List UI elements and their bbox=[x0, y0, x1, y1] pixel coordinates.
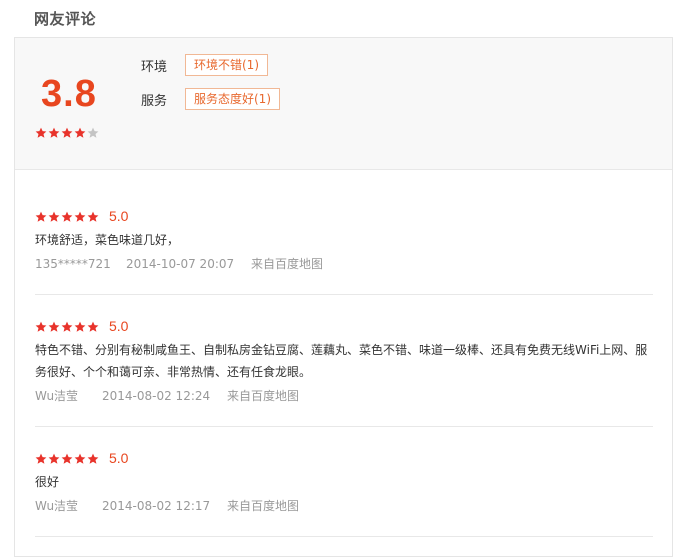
review-meta: Wu洁莹 2014-08-02 12:24 来自百度地图 bbox=[35, 387, 299, 404]
star-filled-icon bbox=[87, 453, 99, 464]
star-filled-icon bbox=[61, 453, 73, 464]
review-content: 特色不错、分别有秘制咸鱼王、自制私房金钻豆腐、莲藕丸、菜色不错、味道一级棒、还具… bbox=[35, 343, 648, 379]
review-star-rating bbox=[35, 211, 99, 223]
star-empty-icon bbox=[87, 127, 99, 138]
star-filled-icon bbox=[74, 127, 86, 138]
star-filled-icon bbox=[61, 321, 73, 332]
star-filled-icon bbox=[87, 211, 99, 222]
summary-star-rating bbox=[35, 127, 99, 139]
star-filled-icon bbox=[35, 321, 47, 332]
star-filled-icon bbox=[48, 453, 60, 464]
review-time: 2014-10-07 20:07 bbox=[126, 257, 235, 271]
reviews-panel: 3.8 环境 环境不错(1) 服务 服务态度好(1) 5.0 环境舒适，菜色味道… bbox=[14, 37, 673, 557]
review-source: 来自百度地图 bbox=[251, 257, 324, 271]
tag-environment[interactable]: 环境不错(1) bbox=[185, 54, 268, 76]
review-content: 很好 bbox=[35, 475, 60, 489]
tag-service[interactable]: 服务态度好(1) bbox=[185, 88, 280, 110]
review-rating-value: 5.0 bbox=[109, 318, 129, 334]
star-filled-icon bbox=[35, 211, 47, 222]
review-meta: 135*****721 2014-10-07 20:07 来自百度地图 bbox=[35, 255, 323, 272]
review-rating-value: 5.0 bbox=[109, 450, 129, 466]
divider bbox=[35, 536, 653, 537]
review-user: 135*****721 bbox=[35, 257, 111, 271]
rating-summary: 3.8 环境 环境不错(1) 服务 服务态度好(1) bbox=[15, 38, 672, 170]
star-filled-icon bbox=[61, 211, 73, 222]
star-filled-icon bbox=[74, 211, 86, 222]
star-filled-icon bbox=[61, 127, 73, 138]
divider bbox=[35, 426, 653, 427]
review-time: 2014-08-02 12:17 bbox=[102, 499, 211, 513]
star-filled-icon bbox=[48, 321, 60, 332]
review-rating: 5.0 bbox=[35, 208, 128, 224]
review-user: Wu洁莹 bbox=[35, 389, 79, 403]
review-source: 来自百度地图 bbox=[227, 389, 300, 403]
tag-category-label: 服务 bbox=[141, 94, 168, 109]
star-filled-icon bbox=[74, 321, 86, 332]
review-time: 2014-08-02 12:24 bbox=[102, 389, 211, 403]
tag-category-label: 环境 bbox=[141, 60, 168, 75]
star-filled-icon bbox=[74, 453, 86, 464]
review-star-rating bbox=[35, 453, 99, 465]
review-rating: 5.0 bbox=[35, 318, 128, 334]
review-source: 来自百度地图 bbox=[227, 499, 300, 513]
review-user: Wu洁莹 bbox=[35, 499, 79, 513]
review-rating: 5.0 bbox=[35, 450, 128, 466]
average-score: 3.8 bbox=[41, 73, 97, 115]
star-filled-icon bbox=[35, 127, 47, 138]
star-filled-icon bbox=[35, 453, 47, 464]
section-title: 网友评论 bbox=[34, 10, 97, 28]
star-filled-icon bbox=[48, 211, 60, 222]
star-filled-icon bbox=[87, 321, 99, 332]
review-meta: Wu洁莹 2014-08-02 12:17 来自百度地图 bbox=[35, 497, 299, 514]
review-rating-value: 5.0 bbox=[109, 208, 129, 224]
star-filled-icon bbox=[48, 127, 60, 138]
review-content: 环境舒适，菜色味道几好， bbox=[35, 233, 180, 247]
divider bbox=[35, 294, 653, 295]
review-star-rating bbox=[35, 321, 99, 333]
